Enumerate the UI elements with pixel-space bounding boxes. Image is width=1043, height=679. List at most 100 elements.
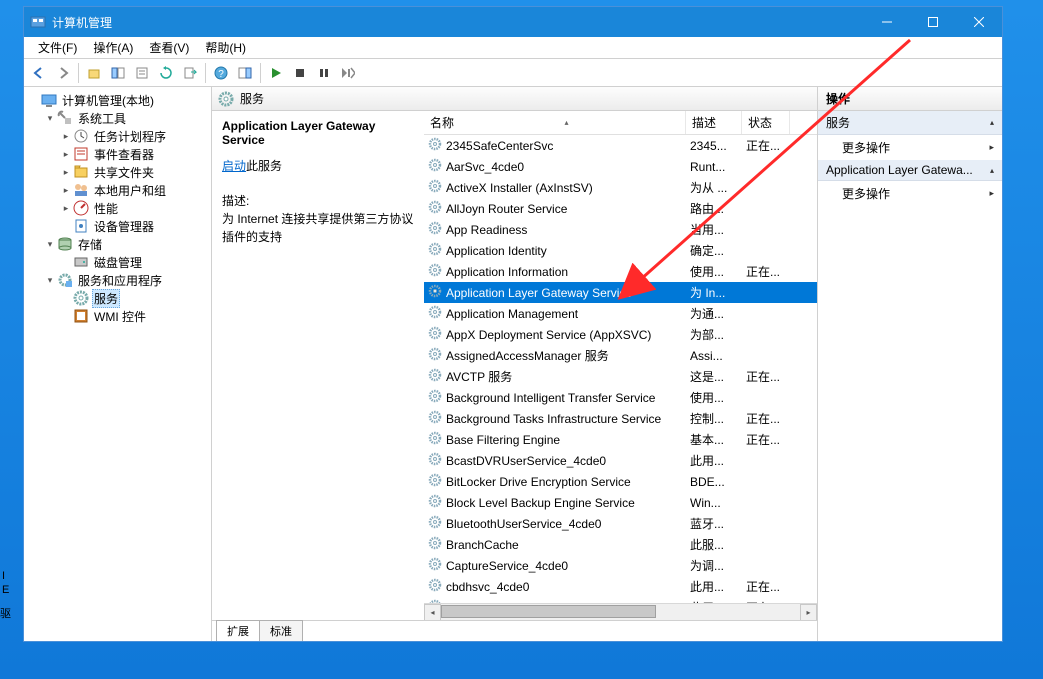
service-row[interactable]: Background Tasks Infrastructure Service控… <box>424 408 817 429</box>
show-hide-action-button[interactable] <box>234 62 256 84</box>
show-hide-tree-button[interactable] <box>107 62 129 84</box>
action-section-services[interactable]: 服务 ▴ <box>818 111 1002 135</box>
service-status: 正在... <box>742 263 790 280</box>
start-service-link[interactable]: 启动 <box>222 159 246 173</box>
start-service-button[interactable] <box>265 62 287 84</box>
forward-button[interactable] <box>52 62 74 84</box>
service-row[interactable]: Background Intelligent Transfer Service使… <box>424 387 817 408</box>
expand-icon[interactable]: ▾ <box>44 275 56 286</box>
service-row[interactable]: CaptureService_4cde0为调... <box>424 555 817 576</box>
service-row[interactable]: AarSvc_4cde0Runt... <box>424 156 817 177</box>
tree-item-tools[interactable]: ▾系统工具 <box>26 109 209 127</box>
service-row[interactable]: 2345SafeCenterSvc2345...正在... <box>424 135 817 156</box>
expand-icon[interactable]: ▾ <box>44 113 56 124</box>
tree-item-disk[interactable]: 磁盘管理 <box>26 253 209 271</box>
tree-item-users[interactable]: ▸本地用户和组 <box>26 181 209 199</box>
service-name: Base Filtering Engine <box>446 433 560 447</box>
properties-button[interactable] <box>131 62 153 84</box>
service-row[interactable]: BcastDVRUserService_4cde0此用... <box>424 450 817 471</box>
up-button[interactable] <box>83 62 105 84</box>
refresh-button[interactable] <box>155 62 177 84</box>
col-status[interactable]: 状态 <box>742 111 790 134</box>
tree-item-gear[interactable]: 服务 <box>26 289 209 307</box>
gear-icon <box>428 137 442 154</box>
col-desc[interactable]: 描述 <box>686 111 742 134</box>
col-name[interactable]: 名称▴ <box>424 111 686 134</box>
close-button[interactable] <box>956 7 1002 37</box>
service-name: AssignedAccessManager 服务 <box>446 347 609 364</box>
service-row[interactable]: App Readiness当用... <box>424 219 817 240</box>
tree-item-storage[interactable]: ▾存储 <box>26 235 209 253</box>
tree-item-device[interactable]: 设备管理器 <box>26 217 209 235</box>
service-row[interactable]: Application Identity确定... <box>424 240 817 261</box>
tab-extended[interactable]: 扩展 <box>216 620 260 641</box>
service-name: App Readiness <box>446 223 527 237</box>
back-button[interactable] <box>28 62 50 84</box>
detail-pane: Application Layer Gateway Service 启动此服务 … <box>212 111 424 620</box>
maximize-button[interactable] <box>910 7 956 37</box>
expand-icon[interactable]: ▸ <box>60 185 72 196</box>
service-row[interactable]: Block Level Backup Engine ServiceWin... <box>424 492 817 513</box>
gear-icon <box>428 368 442 385</box>
scroll-left-button[interactable]: ◂ <box>424 604 441 621</box>
service-name: 2345SafeCenterSvc <box>446 139 553 153</box>
stop-service-button[interactable] <box>289 62 311 84</box>
tree-item-services-apps[interactable]: ▾服务和应用程序 <box>26 271 209 289</box>
expand-icon[interactable]: ▾ <box>44 239 56 250</box>
minimize-button[interactable] <box>864 7 910 37</box>
menu-help[interactable]: 帮助(H) <box>197 39 254 56</box>
export-button[interactable] <box>179 62 201 84</box>
start-service-link-row: 启动此服务 <box>222 157 414 174</box>
expand-icon[interactable]: ▸ <box>60 203 72 214</box>
service-row[interactable]: AllJoyn Router Service路由... <box>424 198 817 219</box>
tree-item-task[interactable]: ▸任务计划程序 <box>26 127 209 145</box>
expand-icon[interactable]: ▸ <box>60 167 72 178</box>
service-row[interactable]: cbdhsvc_4cde0此用...正在... <box>424 576 817 597</box>
service-desc: 此用... <box>686 578 742 595</box>
service-row[interactable]: Application Layer Gateway Service为 In... <box>424 282 817 303</box>
service-row[interactable]: BluetoothUserService_4cde0蓝牙... <box>424 513 817 534</box>
device-icon <box>73 218 89 234</box>
expand-icon[interactable]: ▸ <box>60 149 72 160</box>
service-row[interactable]: Application Information 使用...正在... <box>424 261 817 282</box>
console-tree[interactable]: 计算机管理(本地)▾系统工具▸任务计划程序▸事件查看器▸共享文件夹▸本地用户和组… <box>24 87 212 641</box>
gear-icon <box>73 290 89 306</box>
help-button[interactable]: ? <box>210 62 232 84</box>
action-more-1[interactable]: 更多操作 ▸ <box>818 135 1002 160</box>
restart-service-button[interactable] <box>337 62 359 84</box>
service-row[interactable]: BranchCache此服... <box>424 534 817 555</box>
service-row[interactable]: Application Management为通... <box>424 303 817 324</box>
menu-view[interactable]: 查看(V) <box>141 39 197 56</box>
tree-item-perf[interactable]: ▸性能 <box>26 199 209 217</box>
tree-item-computer[interactable]: 计算机管理(本地) <box>26 91 209 109</box>
scroll-thumb[interactable] <box>441 605 656 618</box>
svg-text:?: ? <box>218 69 224 80</box>
perf-icon <box>73 200 89 216</box>
scroll-right-button[interactable]: ▸ <box>800 604 817 621</box>
service-row[interactable]: ActiveX Installer (AxInstSV)为从 ... <box>424 177 817 198</box>
tab-standard[interactable]: 标准 <box>259 620 303 641</box>
expand-icon[interactable]: ▸ <box>60 131 72 142</box>
tree-item-event[interactable]: ▸事件查看器 <box>26 145 209 163</box>
service-row[interactable]: BitLocker Drive Encryption ServiceBDE... <box>424 471 817 492</box>
service-row[interactable]: Base Filtering Engine基本...正在... <box>424 429 817 450</box>
service-list[interactable]: 2345SafeCenterSvc2345...正在...AarSvc_4cde… <box>424 135 817 603</box>
service-desc: Win... <box>686 496 742 510</box>
service-row[interactable]: AppX Deployment Service (AppXSVC)为部... <box>424 324 817 345</box>
action-more-2[interactable]: 更多操作 ▸ <box>818 181 1002 206</box>
titlebar[interactable]: 计算机管理 <box>24 7 1002 37</box>
menu-action[interactable]: 操作(A) <box>85 39 141 56</box>
service-row[interactable]: AVCTP 服务这是...正在... <box>424 366 817 387</box>
gear-icon <box>428 410 442 427</box>
service-name: AarSvc_4cde0 <box>446 160 524 174</box>
service-name: Application Information <box>446 265 568 279</box>
horizontal-scrollbar[interactable]: ◂ ▸ <box>424 603 817 620</box>
service-row[interactable]: AssignedAccessManager 服务Assi... <box>424 345 817 366</box>
action-section-selected[interactable]: Application Layer Gatewa... ▴ <box>818 160 1002 181</box>
service-desc: 使用... <box>686 263 742 280</box>
menu-file[interactable]: 文件(F) <box>30 39 85 56</box>
tree-item-wmi[interactable]: WMI 控件 <box>26 307 209 325</box>
service-name: Application Identity <box>446 244 547 258</box>
tree-item-share[interactable]: ▸共享文件夹 <box>26 163 209 181</box>
pause-service-button[interactable] <box>313 62 335 84</box>
